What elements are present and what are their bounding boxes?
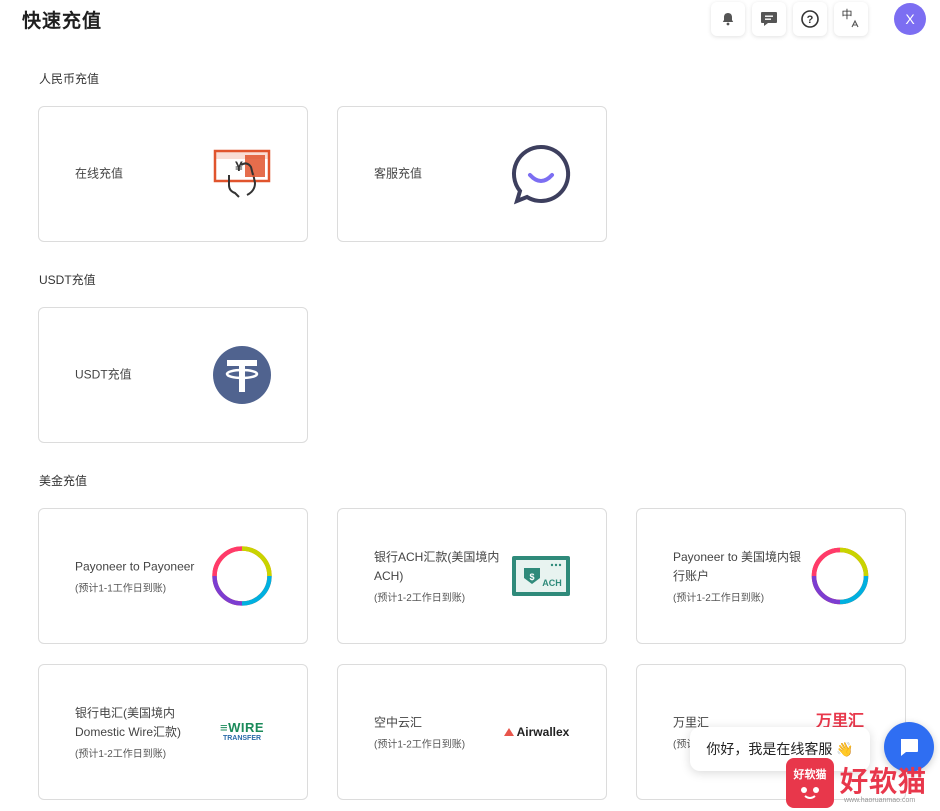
help-button[interactable]: ?: [793, 2, 827, 36]
svg-text:$: $: [529, 572, 534, 582]
card-usdt-recharge[interactable]: USDT充值: [38, 307, 308, 443]
section-label-rmb: 人民币充值: [39, 72, 100, 86]
user-avatar[interactable]: X: [894, 3, 926, 35]
card-title: 客服充值: [374, 166, 423, 181]
card-title: 在线充值: [75, 166, 124, 181]
card-title: Payoneer to 美国境内银行账户: [673, 550, 802, 583]
page-title: 快速充值: [22, 11, 103, 32]
chat-icon: [901, 739, 918, 756]
airwallex-icon: Airwallex: [500, 701, 572, 763]
payoneer-icon: [809, 545, 871, 607]
card-subtitle: (预计1-2工作日到账): [75, 749, 167, 760]
watermark-logo-text: 好软猫: [793, 769, 827, 781]
message-button[interactable]: [752, 2, 786, 36]
card-title: USDT充值: [75, 367, 132, 382]
card-subtitle: (预计1-2工作日到账): [374, 739, 466, 751]
translate-icon: [851, 19, 859, 28]
help-icon: ?: [801, 10, 819, 28]
payoneer-icon: [211, 545, 273, 607]
card-title: Payoneer to Payoneer: [75, 559, 195, 574]
message-icon: [761, 12, 777, 26]
card-bank-wire[interactable]: 银行电汇(美国境内Domestic Wire汇款) (预计1-2工作日到账) ≡…: [38, 664, 308, 800]
cat-face-icon: [801, 787, 819, 799]
card-title: 银行电汇(美国境内Domestic Wire汇款): [75, 706, 182, 739]
bell-icon: [722, 13, 734, 26]
card-title: 银行ACH汇款(美国境内ACH): [374, 550, 500, 583]
cash-hand-icon: ¥: [211, 143, 273, 205]
svg-text:¥: ¥: [235, 158, 243, 174]
tether-icon: [211, 344, 273, 406]
card-title: 空中云汇: [374, 715, 423, 730]
notification-button[interactable]: [711, 2, 745, 36]
svg-text:?: ?: [807, 14, 814, 26]
watermark-logo: 好软猫: [786, 758, 834, 808]
section-label-usdt: USDT充值: [39, 273, 96, 287]
watermark-url: www.haoruanmao.com: [844, 797, 916, 804]
card-airwallex[interactable]: 空中云汇 (预计1-2工作日到账) Airwallex: [337, 664, 607, 800]
language-button[interactable]: 中: [834, 2, 868, 36]
airwallex-logo-text: Airwallex: [516, 725, 570, 739]
watermark: 好软猫 好软猫 www.haoruanmao.com: [786, 758, 936, 808]
card-payoneer-to-us-bank[interactable]: Payoneer to 美国境内银行账户 (预计1-2工作日到账): [636, 508, 906, 644]
top-bar: 快速充值 ? 中 X: [0, 0, 940, 38]
card-bank-ach[interactable]: 银行ACH汇款(美国境内ACH) (预计1-2工作日到账) $ ACH: [337, 508, 607, 644]
card-payoneer-to-payoneer[interactable]: Payoneer to Payoneer (预计1-1工作日到账): [38, 508, 308, 644]
section-label-usd: 美金充值: [39, 474, 88, 488]
card-service-recharge[interactable]: 客服充值: [337, 106, 607, 242]
card-subtitle: (预计1-1工作日到账): [75, 583, 167, 595]
svg-text:ACH: ACH: [542, 578, 562, 588]
card-subtitle: (预计1-2工作日到账): [673, 593, 765, 604]
watermark-text: 好软猫: [840, 766, 928, 797]
ach-icon: $ ACH: [510, 545, 572, 607]
card-online-recharge[interactable]: 在线充值 ¥: [38, 106, 308, 242]
wire-transfer-icon: ≡WIRE TRANSFER: [219, 719, 265, 742]
chat-smile-icon: [510, 143, 572, 205]
card-subtitle: (预计1-2工作日到账): [374, 593, 466, 604]
